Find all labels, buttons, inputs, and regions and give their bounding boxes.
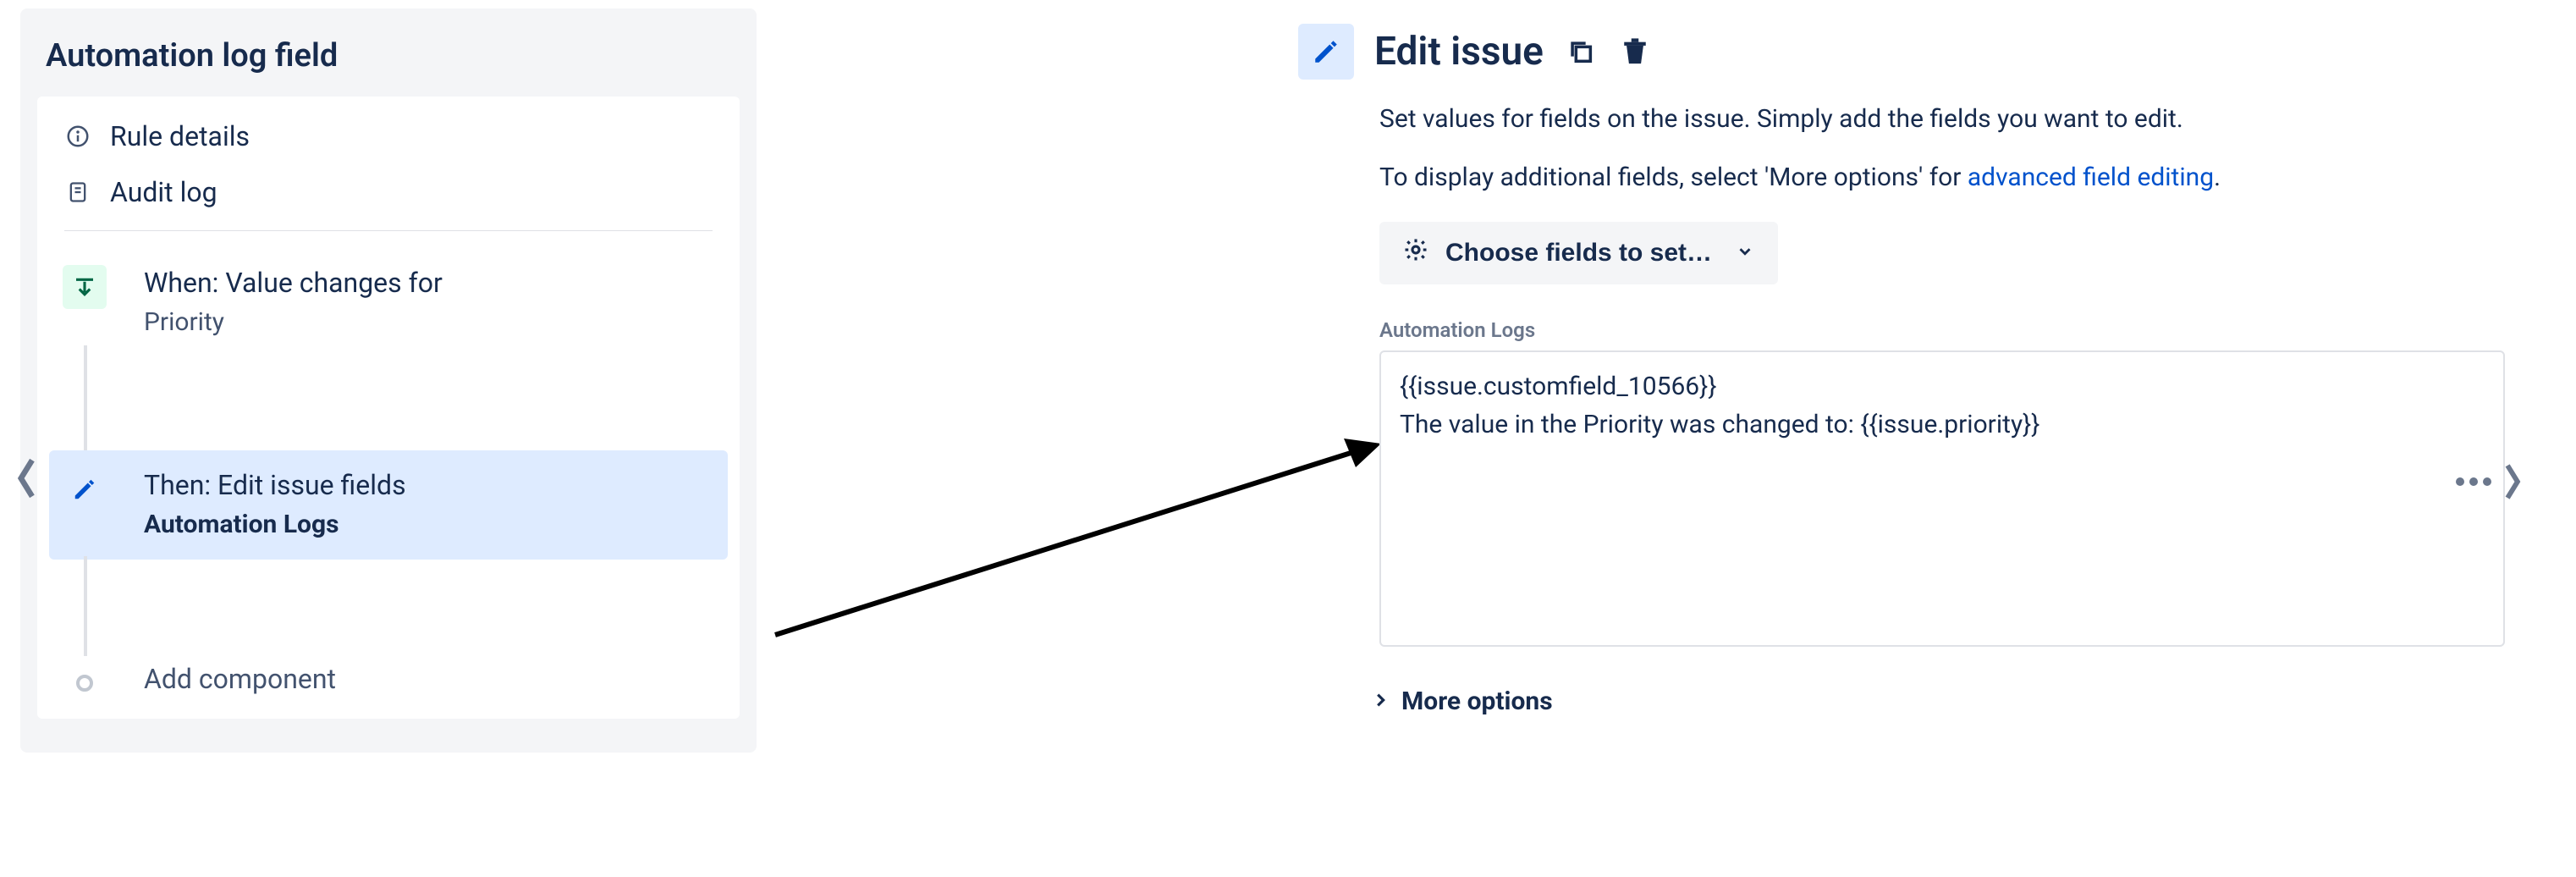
step-title: When: Value changes for (144, 265, 702, 301)
add-dot-icon (63, 661, 107, 705)
connector-line (49, 349, 728, 450)
divider (64, 230, 713, 231)
step-title: Add component (144, 661, 702, 698)
gear-icon (1403, 237, 1428, 269)
expand-right-control[interactable] (2456, 461, 2525, 503)
sidebar-title: Automation log field (20, 8, 757, 97)
chevron-down-icon (1736, 239, 1754, 268)
connector-line (49, 560, 728, 653)
add-component[interactable]: Add component (49, 653, 728, 706)
text: To display additional fields, select 'Mo… (1379, 163, 1968, 192)
nav-rule-details[interactable]: Rule details (37, 108, 740, 164)
advanced-field-editing-link[interactable]: advanced field editing (1968, 163, 2214, 192)
button-label: Choose fields to set… (1445, 239, 1712, 268)
step-sub: Automation Logs (144, 507, 702, 543)
nav-audit-log[interactable]: Audit log (37, 164, 740, 220)
rule-action-step[interactable]: Then: Edit issue fields Automation Logs (49, 450, 728, 560)
collapse-sidebar-button[interactable] (7, 449, 49, 508)
label: More options (1401, 687, 1553, 716)
rule-trigger-step[interactable]: When: Value changes for Priority (49, 256, 728, 349)
edit-icon (1298, 24, 1354, 80)
delete-icon[interactable] (1618, 35, 1652, 69)
more-options-toggle[interactable]: More options (1371, 687, 2507, 716)
details-title: Edit issue (1374, 29, 1544, 74)
trigger-icon (63, 265, 107, 309)
field-label: Automation Logs (1379, 318, 2507, 342)
info-icon (64, 123, 91, 150)
document-icon (64, 179, 91, 206)
text: . (2214, 163, 2221, 192)
step-sub: Priority (144, 305, 702, 340)
details-desc1: Set values for fields on the issue. Simp… (1379, 100, 2507, 138)
component-details: Edit issue Set values for fields on the … (1298, 24, 2507, 716)
rule-sidebar: Automation log field Rule details Audit … (20, 8, 757, 753)
sidebar-inner: Rule details Audit log When: Value chang… (37, 97, 740, 719)
edit-icon (63, 467, 107, 511)
copy-icon[interactable] (1564, 35, 1598, 69)
automation-logs-field[interactable] (1379, 350, 2505, 647)
nav-label: Rule details (110, 120, 250, 152)
choose-fields-button[interactable]: Choose fields to set… (1379, 222, 1778, 284)
step-title: Then: Edit issue fields (144, 467, 702, 504)
nav-label: Audit log (110, 176, 217, 208)
details-desc2: To display additional fields, select 'Mo… (1379, 158, 2507, 196)
more-icon (2456, 477, 2491, 486)
chevron-right-icon (1371, 687, 1390, 716)
